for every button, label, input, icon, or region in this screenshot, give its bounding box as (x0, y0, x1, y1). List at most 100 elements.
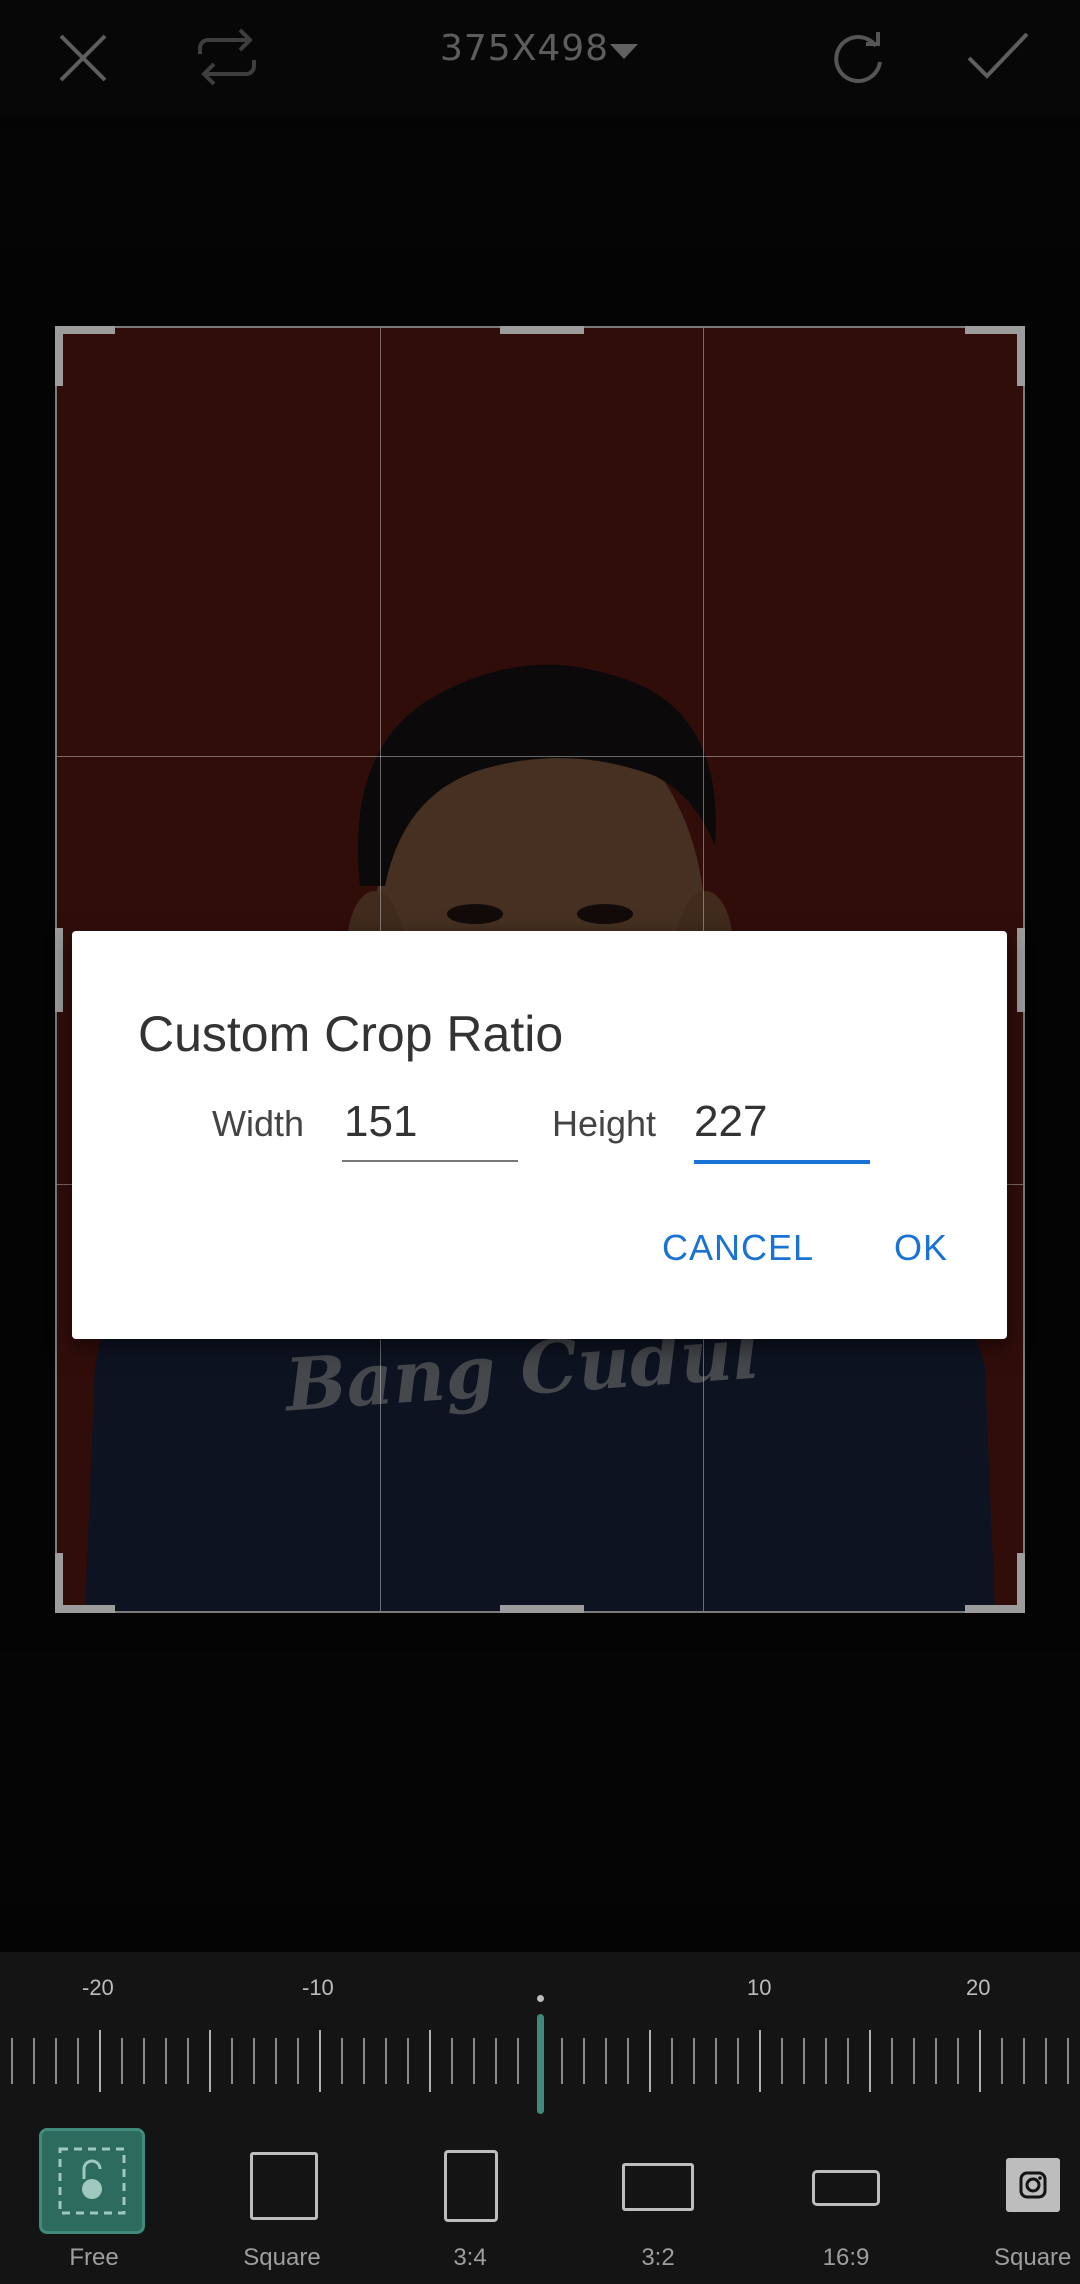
ruler-tick (1067, 2038, 1069, 2084)
crop-corner-handle[interactable] (55, 1553, 63, 1613)
instagram-icon (1006, 2158, 1060, 2212)
ratio-square-button[interactable]: Square (222, 2130, 342, 2280)
height-input-underline (694, 1160, 870, 1164)
ruler-tick (561, 2038, 563, 2084)
ruler-tick (495, 2038, 497, 2084)
ratio-label: 3:4 (453, 2244, 487, 2271)
ruler-tick (627, 2038, 629, 2084)
ruler-tick (319, 2030, 321, 2092)
ratio-label: Free (69, 2244, 119, 2271)
ruler-tick (935, 2038, 937, 2084)
ruler-tick (759, 2030, 761, 2092)
ruler-tick (165, 2038, 167, 2084)
ruler-tick (385, 2038, 387, 2084)
ratio-free-button[interactable]: Free (34, 2128, 154, 2280)
crop-edge-handle[interactable] (500, 1605, 584, 1613)
ruler-tick (121, 2038, 123, 2084)
crop-corner-handle[interactable] (1017, 1553, 1025, 1613)
ruler-label: 10 (747, 1975, 772, 2000)
crop-corner-handle[interactable] (55, 326, 63, 386)
ruler-tick (429, 2030, 431, 2092)
square-ratio-icon (250, 2152, 318, 2220)
custom-crop-ratio-dialog: Custom Crop Ratio Width 151 Height 227 C… (72, 931, 1007, 1339)
chevron-down-icon[interactable] (610, 44, 638, 59)
ratio-3-2-button[interactable]: 3:2 (598, 2130, 718, 2280)
ruler-tick (891, 2038, 893, 2084)
crop-edge-handle[interactable] (1017, 928, 1025, 1012)
ruler-tick (55, 2038, 57, 2084)
width-input[interactable]: 151 (344, 1097, 417, 1147)
width-label: Width (212, 1103, 305, 1144)
width-input-underline (342, 1160, 518, 1162)
ruler-tick (187, 2038, 189, 2084)
ruler-tick (451, 2038, 453, 2084)
close-icon[interactable] (55, 30, 111, 86)
check-icon[interactable] (965, 28, 1031, 84)
ruler-tick (33, 2038, 35, 2084)
ruler-tick (957, 2038, 959, 2084)
ruler-tick (649, 2030, 651, 2092)
ruler-tick (847, 2038, 849, 2084)
ratio-3-4-button[interactable]: 3:4 (410, 2130, 530, 2280)
ruler-tick (143, 2038, 145, 2084)
rotate-icon[interactable] (828, 28, 888, 88)
ratio-label: 16:9 (822, 2244, 870, 2271)
ruler-indicator[interactable] (537, 2014, 544, 2114)
crop-edge-handle[interactable] (55, 928, 63, 1012)
ruler-tick (77, 2038, 79, 2084)
dialog-title: Custom Crop Ratio (138, 1006, 564, 1062)
ruler-tick (231, 2038, 233, 2084)
height-label: Height (552, 1103, 657, 1144)
top-toolbar: 375X498 (0, 0, 1080, 115)
ruler-tick (715, 2038, 717, 2084)
ruler-tick (209, 2030, 211, 2092)
cancel-button[interactable]: CANCEL (662, 1227, 814, 1269)
landscape-ratio-icon (622, 2163, 694, 2211)
ruler-tick (1001, 2038, 1003, 2084)
crop-corner-handle[interactable] (1017, 326, 1025, 386)
crop-corner-handle[interactable] (55, 1605, 115, 1613)
portrait-ratio-icon (444, 2150, 498, 2222)
free-crop-icon (39, 2128, 145, 2234)
grid-line (57, 756, 1023, 757)
ruler-center-dot (537, 1995, 544, 2002)
ruler-tick (781, 2038, 783, 2084)
ok-button[interactable]: OK (894, 1227, 948, 1269)
ruler-tick (297, 2038, 299, 2084)
ruler-tick (671, 2038, 673, 2084)
crop-corner-handle[interactable] (965, 326, 1025, 334)
ratio-label: Square (994, 2244, 1072, 2271)
dimensions-dropdown[interactable]: 375X498 (440, 28, 609, 69)
crop-corner-handle[interactable] (55, 326, 115, 334)
ruler-label: -20 (82, 1975, 114, 2000)
ruler-label: 20 (966, 1975, 991, 2000)
ruler-tick (253, 2038, 255, 2084)
ruler-tick (1023, 2038, 1025, 2084)
height-input[interactable]: 227 (694, 1097, 767, 1147)
swap-icon[interactable] (192, 26, 262, 88)
crop-corner-handle[interactable] (965, 1605, 1025, 1613)
ruler-tick (737, 2038, 739, 2084)
ratio-label: Square (243, 2244, 321, 2271)
ruler-tick (605, 2038, 607, 2084)
ruler-tick (473, 2038, 475, 2084)
ruler-tick (341, 2038, 343, 2084)
ratio-instagram-square-button[interactable]: Square (974, 2130, 1080, 2280)
ruler-tick (869, 2030, 871, 2092)
crop-edge-handle[interactable] (500, 326, 584, 334)
rotation-ruler[interactable]: -20 -10 10 20 (0, 1960, 1080, 2120)
ruler-tick (913, 2038, 915, 2084)
ruler-tick (11, 2038, 13, 2084)
ruler-tick (583, 2038, 585, 2084)
ruler-tick (803, 2038, 805, 2084)
widescreen-ratio-icon (812, 2170, 880, 2206)
ruler-label: -10 (302, 1975, 334, 2000)
ratio-16-9-button[interactable]: 16:9 (786, 2130, 906, 2280)
ruler-tick (407, 2038, 409, 2084)
ruler-tick (693, 2038, 695, 2084)
ruler-tick (825, 2038, 827, 2084)
ruler-tick (275, 2038, 277, 2084)
ruler-tick (99, 2030, 101, 2092)
ruler-tick (517, 2038, 519, 2084)
ruler-tick (979, 2030, 981, 2092)
